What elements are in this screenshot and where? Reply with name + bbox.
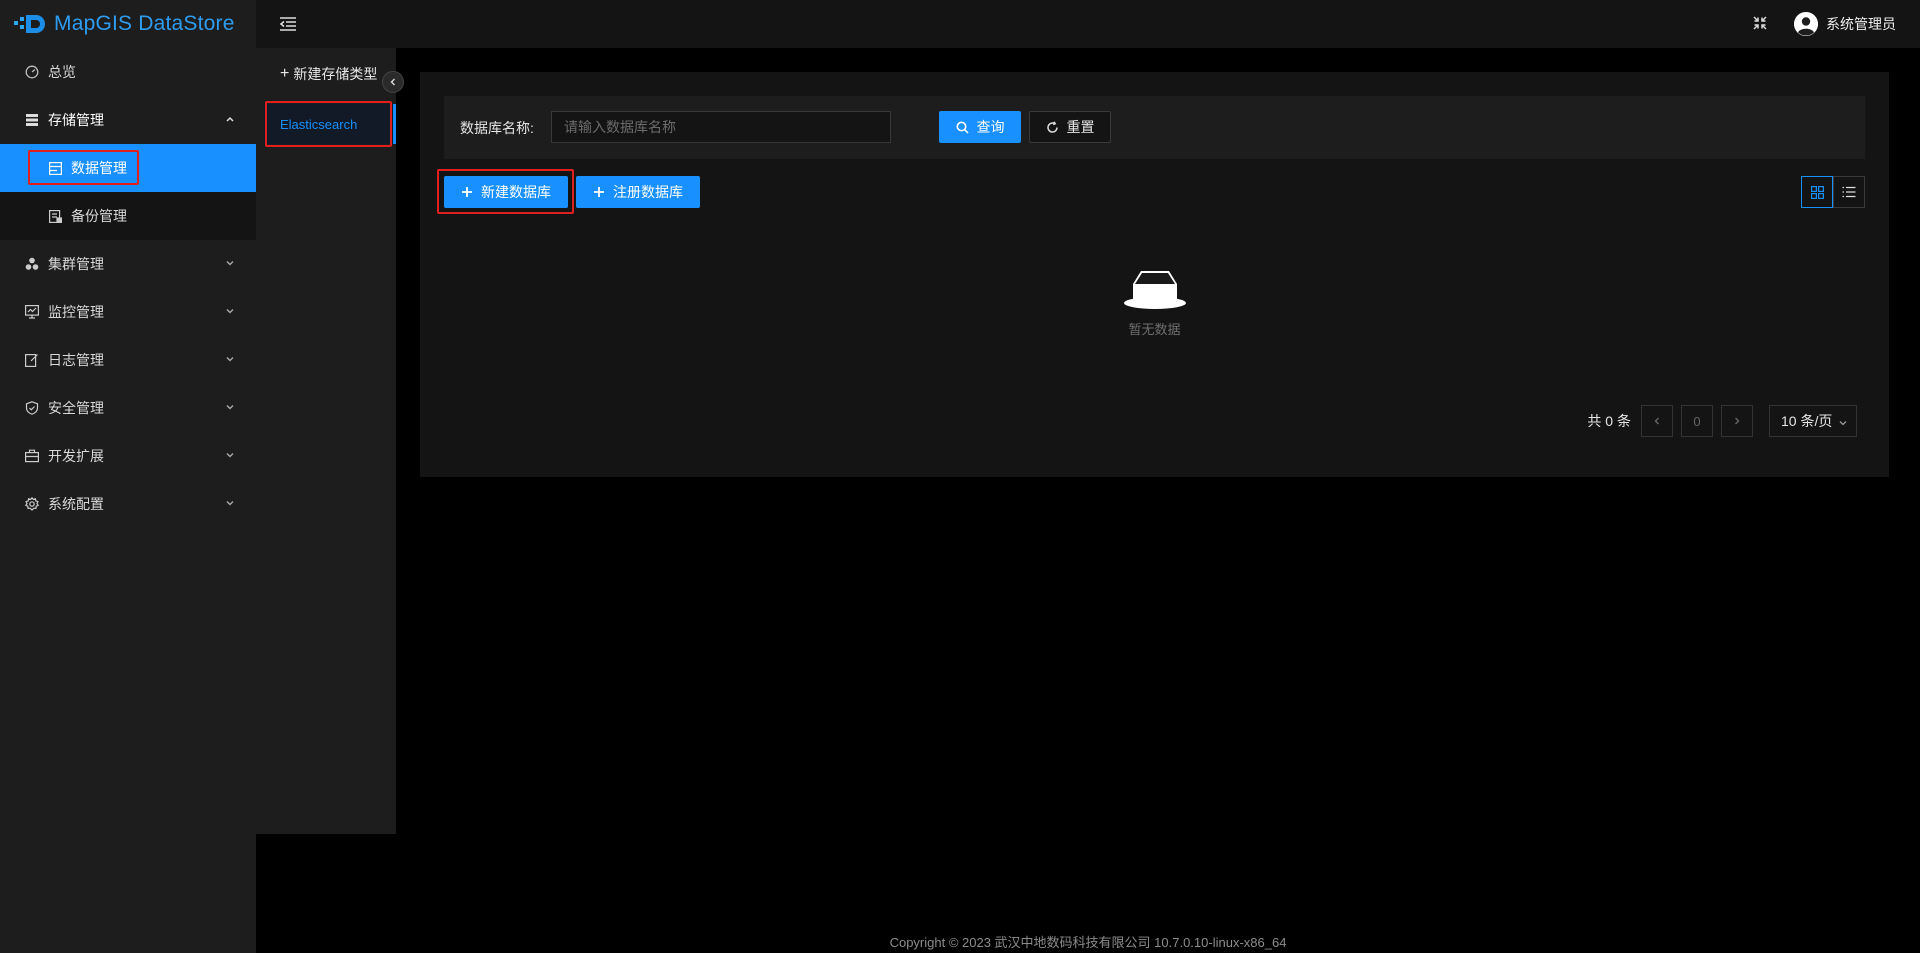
plus-icon <box>593 186 605 198</box>
nav-label: 存储管理 <box>48 112 104 128</box>
user-name: 系统管理员 <box>1826 16 1896 32</box>
topbar: 系统管理员 <box>256 0 1920 48</box>
pagination: 共 0 条 0 10 条/页 <box>1587 405 1857 437</box>
nav-storage[interactable]: 存储管理 <box>0 96 256 144</box>
new-database-label: 新建数据库 <box>481 184 551 200</box>
page-size-select[interactable]: 10 条/页 <box>1769 405 1857 437</box>
chevron-right-icon <box>1735 417 1740 425</box>
toolbox-icon <box>24 448 40 464</box>
menu-fold-icon[interactable] <box>278 14 298 34</box>
chevron-left-icon <box>390 78 395 86</box>
chevron-down-icon <box>1838 415 1848 431</box>
grid-view-button[interactable] <box>1801 176 1833 208</box>
search-label: 数据库名称: <box>460 120 534 136</box>
grid-icon <box>1810 185 1824 199</box>
nav-data-management[interactable]: 数据管理 <box>0 144 256 192</box>
nav-overview[interactable]: 总览 <box>0 48 256 96</box>
empty-state: 暂无数据 <box>420 268 1889 338</box>
list-icon <box>1842 186 1856 198</box>
page-number[interactable]: 0 <box>1681 405 1713 437</box>
empty-text: 暂无数据 <box>1128 322 1181 337</box>
query-button[interactable]: 查询 <box>939 111 1021 143</box>
nav-label: 开发扩展 <box>48 448 104 464</box>
nav-backup-management[interactable]: 备份管理 <box>0 192 256 240</box>
chevron-down-icon <box>224 305 236 317</box>
nav-label: 数据管理 <box>71 160 127 176</box>
nav-label: 系统配置 <box>48 496 104 512</box>
register-database-button[interactable]: 注册数据库 <box>576 176 700 208</box>
logo-icon <box>14 13 50 35</box>
reset-button[interactable]: 重置 <box>1029 111 1111 143</box>
app-logo[interactable]: MapGIS DataStore <box>0 0 256 48</box>
prev-page-button[interactable] <box>1641 405 1673 437</box>
nav-logs[interactable]: 日志管理 <box>0 336 256 384</box>
nav-cluster[interactable]: 集群管理 <box>0 240 256 288</box>
nav-system-config[interactable]: 系统配置 <box>0 480 256 528</box>
query-button-label: 查询 <box>976 119 1005 135</box>
nav-label: 日志管理 <box>48 352 104 368</box>
nav-monitoring[interactable]: 监控管理 <box>0 288 256 336</box>
chevron-left-icon <box>1654 417 1659 425</box>
nav-dev-extension[interactable]: 开发扩展 <box>0 432 256 480</box>
storage-type-panel: + 新建存储类型 Elasticsearch <box>256 48 404 834</box>
app-title: MapGIS DataStore <box>54 12 235 35</box>
chevron-down-icon <box>224 401 236 413</box>
page-size-value: 10 条/页 <box>1781 413 1833 429</box>
chevron-down-icon <box>224 497 236 509</box>
log-edit-icon <box>24 352 40 368</box>
backup-icon <box>48 209 62 223</box>
view-toggle <box>1801 176 1865 208</box>
chevron-down-icon <box>224 449 236 461</box>
dashboard-icon <box>24 64 40 80</box>
nav-label: 备份管理 <box>71 208 127 224</box>
footer-copyright: Copyright © 2023 武汉中地数码科技有限公司 10.7.0.10-… <box>889 935 1287 950</box>
empty-inbox-icon <box>1123 271 1186 309</box>
main-card: 数据库名称: 查询 重置 新建数据库 注册数据库 <box>420 72 1889 477</box>
monitor-icon <box>24 304 40 320</box>
collapse-panel-button[interactable] <box>382 71 404 93</box>
nav-label: 监控管理 <box>48 304 104 320</box>
new-database-button[interactable]: 新建数据库 <box>444 176 568 208</box>
new-storage-type-label: 新建存储类型 <box>293 66 378 82</box>
database-icon <box>48 161 62 175</box>
cluster-icon <box>24 256 40 272</box>
shield-icon <box>24 400 40 416</box>
next-page-button[interactable] <box>1721 405 1753 437</box>
pagination-total: 共 0 条 <box>1587 413 1631 429</box>
storage-type-elasticsearch[interactable]: Elasticsearch <box>264 104 396 144</box>
search-bar: 数据库名称: 查询 重置 <box>444 96 1865 159</box>
reload-icon <box>1046 120 1059 134</box>
chevron-up-icon <box>224 113 236 125</box>
nav-label: 安全管理 <box>48 400 104 416</box>
nav-label: 总览 <box>48 64 76 80</box>
new-storage-type-button[interactable]: + 新建存储类型 <box>280 64 377 84</box>
nav-security[interactable]: 安全管理 <box>0 384 256 432</box>
search-icon <box>956 121 969 134</box>
nav-label: 集群管理 <box>48 256 104 272</box>
storage-submenu: 数据管理 备份管理 <box>0 144 256 240</box>
chevron-down-icon <box>224 257 236 269</box>
storage-icon <box>24 112 40 128</box>
chevron-down-icon <box>224 353 236 365</box>
reset-button-label: 重置 <box>1066 119 1095 135</box>
plus-icon <box>461 186 473 198</box>
database-name-input[interactable] <box>551 111 891 143</box>
storage-type-label: Elasticsearch <box>280 116 358 132</box>
user-menu[interactable]: 系统管理员 <box>1794 12 1896 36</box>
plus-icon: + <box>280 65 290 82</box>
gear-icon <box>24 496 40 512</box>
register-database-label: 注册数据库 <box>613 184 683 200</box>
list-view-button[interactable] <box>1833 176 1865 208</box>
fullscreen-icon[interactable] <box>1752 15 1768 31</box>
avatar <box>1794 12 1818 36</box>
sidebar: MapGIS DataStore 总览 存储管理 数据管理 备份管理 集群管理 … <box>0 0 256 953</box>
